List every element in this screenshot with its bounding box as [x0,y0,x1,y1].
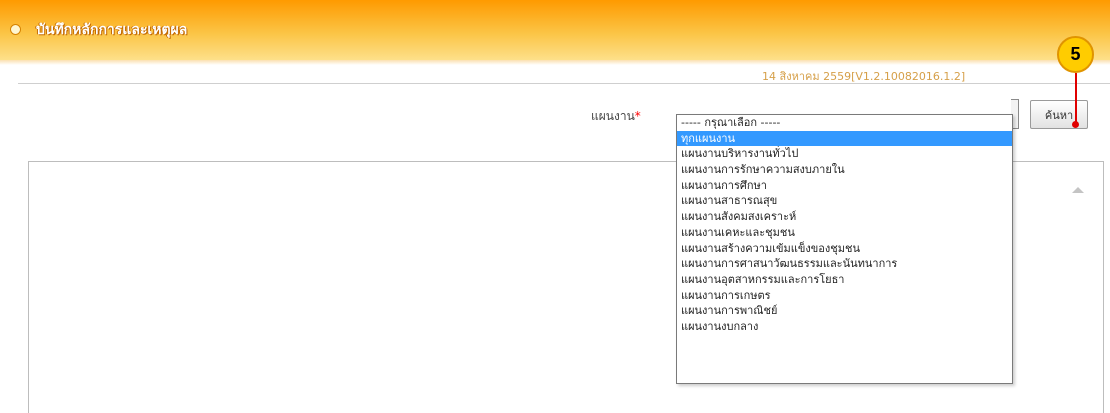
step-pointer-line [1075,73,1077,123]
dropdown-option[interactable]: แผนงานการรักษาความสงบภายใน [677,162,1012,178]
dropdown-option[interactable]: แผนงานสร้างความเข้มแข็งของชุมชน [677,241,1012,257]
dropdown-option[interactable]: แผนงานสาธารณสุข [677,193,1012,209]
page-header: บันทึกหลักการและเหตุผล [0,0,1110,60]
scroll-up-icon[interactable] [1072,187,1084,193]
dropdown-option[interactable]: แผนงานสังคมสงเคราะห์ [677,209,1012,225]
step-pointer-dot [1072,121,1079,128]
page-title: บันทึกหลักการและเหตุผล [36,22,188,38]
plan-label-text: แผนงาน [591,109,635,123]
required-mark: * [634,109,641,123]
dropdown-option[interactable]: แผนงานเคหะและชุมชน [677,225,1012,241]
dropdown-option[interactable]: แผนงานการศาสนาวัฒนธรรมและนันทนาการ [677,256,1012,272]
dropdown-option[interactable]: แผนงานอุตสาหกรรมและการโยธา [677,272,1012,288]
bullet-icon [10,24,21,35]
dropdown-option[interactable]: แผนงานการพาณิชย์ [677,303,1012,319]
dropdown-option[interactable]: แผนงานการศึกษา [677,178,1012,194]
section-divider [18,83,1110,84]
dropdown-option[interactable]: ทุกแผนงาน [677,130,1012,147]
header-divider [0,60,1110,65]
step-number-badge: 5 [1057,36,1094,73]
plan-field-label: แผนงาน* [591,107,641,126]
search-button[interactable]: ค้นหา [1030,100,1088,129]
dropdown-option[interactable]: แผนงานบริหารงานทั่วไป [677,146,1012,162]
plan-dropdown-list[interactable]: ----- กรุณาเลือก ----- ทุกแผนงาน แผนงานบริ… [676,114,1013,384]
dropdown-option[interactable]: แผนงานการเกษตร [677,288,1012,304]
dropdown-option[interactable]: ----- กรุณาเลือก ----- [677,115,1012,131]
dropdown-option[interactable]: แผนงานงบกลาง [677,319,1012,335]
